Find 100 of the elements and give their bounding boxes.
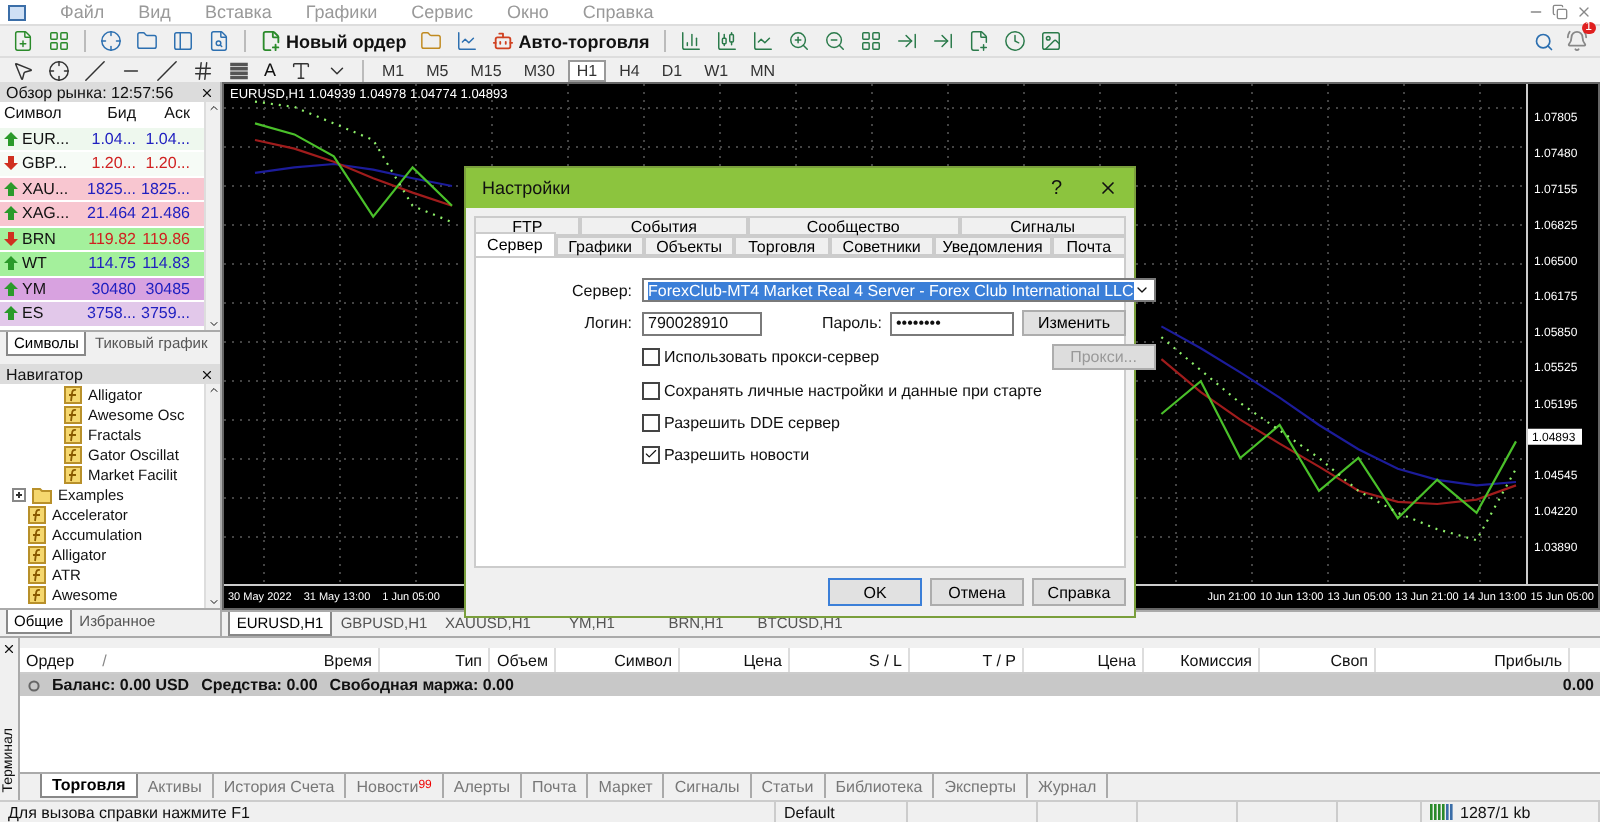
column-header[interactable]: Ордер / Время (20, 648, 380, 672)
timeframe-button[interactable]: H4 (611, 59, 648, 81)
timeframe-button[interactable]: M5 (418, 59, 457, 81)
checkbox[interactable] (642, 348, 660, 366)
symbol-row[interactable]: WT 114.75 114.83 (0, 252, 204, 277)
column-header[interactable]: Своп (1260, 648, 1376, 672)
terminal-tab[interactable]: Активы (137, 774, 214, 798)
checkbox[interactable] (642, 413, 660, 431)
password-field[interactable]: •••••••• (889, 311, 1014, 335)
dialog-tab[interactable]: Объекты (644, 236, 734, 256)
timeframe-button[interactable]: MN (742, 59, 784, 81)
scroll-down-icon[interactable] (207, 596, 219, 608)
bell-icon[interactable] (1566, 30, 1588, 52)
app-icon (8, 3, 26, 21)
symbol-row[interactable]: EUR... 1.04... 1.04... (0, 127, 204, 152)
scrollbar[interactable] (204, 102, 220, 330)
terminal-tab[interactable]: Сигналы (664, 774, 752, 798)
symbol-row[interactable]: GBP... 1.20... 1.20... (0, 152, 204, 177)
dialog-tab[interactable]: События (580, 216, 748, 236)
column-header[interactable]: S / L (790, 648, 910, 672)
column-header[interactable]: Символ (556, 648, 680, 672)
terminal-tab[interactable]: Торговля (40, 774, 138, 798)
crosshair-button[interactable] (96, 27, 126, 55)
lines-icon (228, 59, 250, 81)
terminal-tab[interactable]: Журнал (1028, 774, 1109, 798)
grid-button[interactable] (44, 27, 74, 55)
timeframe-button[interactable]: M30 (515, 59, 563, 81)
dialog-tab[interactable]: Графики (555, 236, 645, 256)
column-header[interactable]: Цена (680, 648, 790, 672)
dialog-tab[interactable]: Сообщество (747, 216, 960, 236)
bid-cell-text: 1.04... (89, 129, 138, 148)
column-header[interactable]: Бид (86, 104, 140, 123)
column-header[interactable]: Прибыль (1376, 648, 1570, 672)
auto-trading-button[interactable]: Авто-торговля (488, 27, 654, 55)
dialog-tab[interactable]: Торговля (733, 236, 830, 256)
trend-line-button[interactable] (152, 56, 182, 84)
text-tool-button[interactable]: A (260, 56, 281, 84)
symbol-row[interactable]: XAG... 21.464 21.486 (0, 202, 204, 227)
checkbox[interactable] (642, 445, 660, 463)
symbol-row[interactable]: BRN 119.82 119.86 (0, 227, 204, 252)
symbol-row[interactable]: YM 30480 30485 (0, 277, 204, 302)
terminal-tab[interactable]: Почта (522, 774, 589, 798)
terminal-tab[interactable]: Маркет (588, 774, 665, 798)
dialog-button[interactable]: Отмена (930, 578, 1024, 606)
terminal-tab[interactable]: Алерты (443, 774, 523, 798)
bid-cell-text: 3758... (86, 304, 138, 323)
column-header[interactable]: Объем (490, 648, 556, 672)
symbol-cell: YM (0, 279, 86, 298)
search-icon[interactable] (1534, 31, 1554, 51)
column-header[interactable]: Символ (0, 104, 86, 123)
column-header[interactable]: Аск (140, 104, 194, 123)
column-header[interactable]: Цена (1024, 648, 1144, 672)
server-combo[interactable]: ForexClub-MT4 Market Real 4 Server - Forex Club International LLC (642, 278, 1156, 302)
file-plus-icon (967, 30, 990, 52)
dialog-button[interactable]: Справка (1032, 578, 1126, 606)
symbol-row[interactable]: XAU... 1825... 1825... (0, 177, 204, 202)
dialog-tab[interactable]: Советники (829, 236, 934, 256)
column-header[interactable]: Комиссия (1144, 648, 1260, 672)
expand-icon[interactable] (12, 487, 26, 501)
folder-button[interactable] (416, 27, 447, 55)
dialog-tab[interactable]: Почта (1051, 236, 1126, 256)
clock-button[interactable] (999, 27, 1030, 55)
symbol-row[interactable]: ES 3758... 3759... (0, 302, 204, 327)
checkbox[interactable] (642, 381, 660, 399)
terminal-tab[interactable]: Статьи (751, 774, 826, 798)
new-order-button[interactable]: Новый ордер (256, 27, 411, 55)
terminal-tab[interactable]: Эксперты (934, 774, 1029, 798)
dialog-tab[interactable]: Сигналы (959, 216, 1127, 236)
dialog-button[interactable]: OK (828, 578, 922, 606)
status-profile: Default (776, 802, 908, 822)
login-field[interactable]: 790028910 (642, 311, 762, 335)
scrollbar[interactable] (204, 384, 220, 608)
timeframe-button[interactable]: M15 (462, 59, 510, 81)
scroll-up-icon[interactable] (207, 102, 219, 114)
checkbox-label[interactable]: Использовать прокси-сервер (642, 345, 880, 369)
column-header[interactable]: Тип (380, 648, 490, 672)
folder-button[interactable] (132, 27, 162, 55)
restore-icon[interactable] (1552, 4, 1568, 20)
scroll-down-icon[interactable] (207, 318, 219, 330)
checkbox-label[interactable]: Разрешить новости (642, 442, 810, 466)
column-header[interactable]: T / P (910, 648, 1024, 672)
timeframe-button[interactable]: W1 (696, 59, 737, 81)
crosshair-button[interactable] (44, 56, 74, 84)
scroll-up-icon[interactable] (207, 384, 219, 396)
checkbox-label[interactable]: Сохранять личные настройки и данные при старте (642, 378, 1042, 402)
close-icon[interactable] (1098, 178, 1118, 198)
close-icon[interactable] (200, 367, 214, 381)
change-button[interactable]: Изменить (1021, 310, 1126, 336)
dialog-tab[interactable]: Уведомления (933, 236, 1052, 256)
terminal-tab[interactable]: История Счета (213, 774, 347, 798)
timeframe-button[interactable]: H1 (568, 59, 606, 81)
close-icon[interactable] (200, 85, 214, 99)
dialog-tab[interactable]: Сервер (474, 232, 556, 256)
close-icon[interactable] (2, 642, 16, 656)
timeframe-button[interactable]: D1 (653, 59, 691, 81)
checkbox-label[interactable]: Разрешить DDE сервер (642, 410, 841, 434)
terminal-tab[interactable]: Библиотека (825, 774, 935, 798)
timeframe-button[interactable]: M1 (374, 59, 413, 81)
panel-button[interactable] (168, 27, 198, 55)
help-button[interactable]: ? (1050, 177, 1062, 199)
